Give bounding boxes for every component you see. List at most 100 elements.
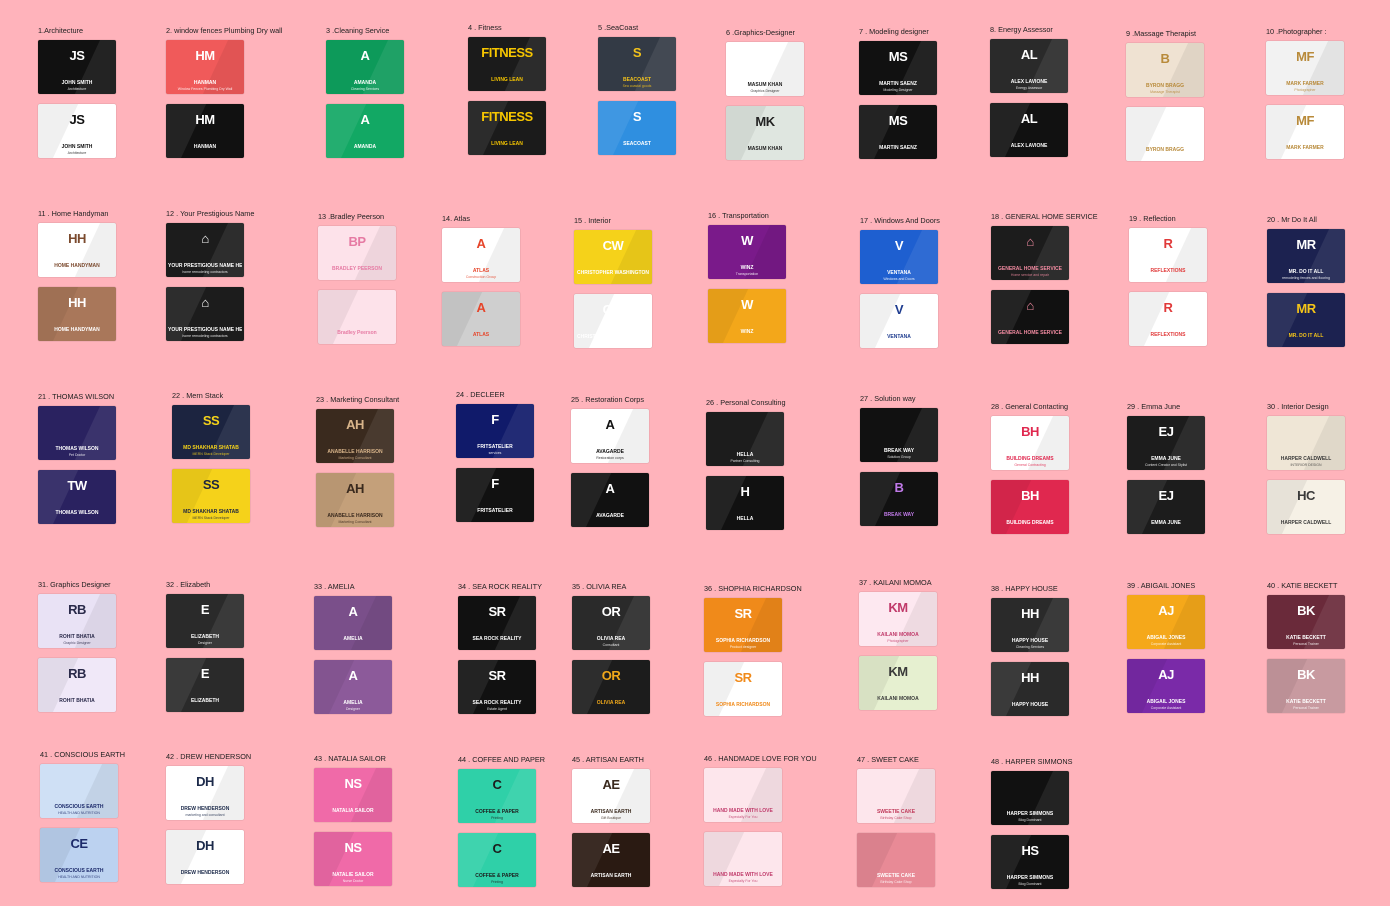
business-card-front[interactable]: S BEACOAST Sea coastal goods (598, 37, 676, 91)
business-card-front[interactable]: DH DREW HENDERSON marketing and consulta… (166, 766, 244, 820)
business-card-front[interactable]: KM KAILANI MOMOA Photographer (859, 592, 937, 646)
business-card-front[interactable]: AL ALEX LAVIONE Energy Assessor (990, 39, 1068, 93)
design-item[interactable]: 23 . Marketing Consultant AH ANABELLE HA… (316, 395, 448, 527)
business-card-front[interactable]: HARPER CALDWELL INTERIOR DESIGN (1267, 416, 1345, 470)
business-card-front[interactable]: EJ EMMA JUNE Content Creator and Stylist (1127, 416, 1205, 470)
business-card-front[interactable]: CONSCIOUS EARTH HEALTH AND NUTRITION (40, 764, 118, 818)
business-card-front[interactable]: A AVAGARDE Restoration corps (571, 409, 649, 463)
business-card-front[interactable]: HELLA Partner Consulting (706, 412, 784, 466)
business-card-back[interactable]: HC HARPER CALDWELL (1267, 480, 1345, 534)
business-card-back[interactable]: S SEACOAST (598, 101, 676, 155)
business-card-back[interactable]: H HELLA (706, 476, 784, 530)
design-item[interactable]: 14. Atlas A ATLAS Construction Group A A… (442, 214, 574, 346)
design-item[interactable]: 26 . Personal Consulting HELLA Partner C… (706, 398, 838, 530)
business-card-back[interactable]: SWEETIE CAKE Birthday Cake Shop (857, 833, 935, 887)
design-item[interactable]: 47 . SWEET CAKE SWEETIE CAKE Birthday Ca… (857, 755, 989, 887)
design-item[interactable]: 31. Graphics Designer RB ROHIT BHATIA Gr… (38, 580, 170, 712)
business-card-back[interactable]: HM HANMAN (166, 104, 244, 158)
design-item[interactable]: 7 . Modeling designer MS MARTIN SAENZ Mo… (859, 27, 991, 159)
business-card-back[interactable]: F FRITSATELIER (456, 468, 534, 522)
design-item[interactable]: 43 . NATALIA SAILOR NS NATALIA SAILOR NS… (314, 754, 446, 886)
business-card-front[interactable]: SR SOPHIA RICHARDSON Product designer (704, 598, 782, 652)
business-card-back[interactable]: E ELIZABETH (166, 658, 244, 712)
design-item[interactable]: 33 . AMELIA A AMELIA A AMELIA Designer (314, 582, 446, 714)
design-item[interactable]: 18 . GENERAL HOME SERVICE ⌂ GENERAL HOME… (991, 212, 1123, 344)
business-card-back[interactable]: TW THOMAS WILSON (38, 470, 116, 524)
design-item[interactable]: 30 . Interior Design HARPER CALDWELL INT… (1267, 402, 1390, 534)
business-card-front[interactable]: E ELIZABETH Designer (166, 594, 244, 648)
business-card-back[interactable]: SR SEA ROCK REALITY Estate Agent (458, 660, 536, 714)
design-item[interactable]: 41 . CONSCIOUS EARTH CONSCIOUS EARTH HEA… (40, 750, 172, 882)
business-card-front[interactable]: AJ ABIGAIL JONES Corporate Assistant (1127, 595, 1205, 649)
business-card-back[interactable]: A ATLAS (442, 292, 520, 346)
business-card-front[interactable]: MS MARTIN SAENZ Modeling Designer (859, 41, 937, 95)
business-card-front[interactable]: HM HANMAN Window Fences Plumbing Dry Wal… (166, 40, 244, 94)
business-card-front[interactable]: B BYRON BRAGG Massage Therapist (1126, 43, 1204, 97)
design-item[interactable]: 37 . KAILANI MOMOA KM KAILANI MOMOA Phot… (859, 578, 991, 710)
business-card-front[interactable]: AH ANABELLE HARRISON Marketing Consultan… (316, 409, 394, 463)
business-card-back[interactable]: AL ALEX LAVIONE (990, 103, 1068, 157)
business-card-front[interactable]: BP BRADLEY PEERSON (318, 226, 396, 280)
business-card-front[interactable]: W WINZ Transportation (708, 225, 786, 279)
business-card-back[interactable]: MS MARTIN SAENZ (859, 105, 937, 159)
business-card-back[interactable]: NS NATALIE SAILOR Nurse Doctor (314, 832, 392, 886)
business-card-back[interactable]: KM KAILANI MOMOA (859, 656, 937, 710)
design-item[interactable]: 46 . HANDMADE LOVE FOR YOU HAND MADE WIT… (704, 754, 836, 886)
business-card-front[interactable]: JS JOHN SMITH Architecture (38, 40, 116, 94)
design-item[interactable]: 13 .Bradley Peerson BP BRADLEY PEERSON B… (318, 212, 450, 344)
business-card-front[interactable]: CW CHRISTOPHER WASHINGTON (574, 230, 652, 284)
business-card-back[interactable]: OR OLIVIA REA (572, 660, 650, 714)
business-card-back[interactable]: AE ARTISAN EARTH (572, 833, 650, 887)
design-item[interactable]: 34 . SEA ROCK REALITY SR SEA ROCK REALIT… (458, 582, 590, 714)
design-item[interactable]: 3 .Cleaning Service A AMANDA Cleaning Se… (326, 26, 458, 158)
business-card-back[interactable]: AH ANABELLE HARRISON Marketing Consultan… (316, 473, 394, 527)
business-card-front[interactable]: BK KATIE BECKETT Personal Trainer (1267, 595, 1345, 649)
design-item[interactable]: 27 . Solution way BREAK WAY Solution Gro… (860, 394, 992, 526)
business-card-back[interactable]: A AVAGARDE (571, 473, 649, 527)
design-item[interactable]: 36 . SHOPHIA RICHARDSON SR SOPHIA RICHAR… (704, 584, 836, 716)
business-card-back[interactable]: HAND MADE WITH LOVE Especially For You (704, 832, 782, 886)
design-item[interactable]: 17 . Windows And Doors V VENTANA Windows… (860, 216, 992, 348)
business-card-front[interactable]: HH HOME HANDYMAN (38, 223, 116, 277)
business-card-back[interactable]: W WINZ (708, 289, 786, 343)
business-card-front[interactable]: OR OLIVIA REA Consultant (572, 596, 650, 650)
business-card-back[interactable]: MF MARK FARMER (1266, 105, 1344, 159)
business-card-front[interactable]: SWEETIE CAKE Birthday Cake Shop (857, 769, 935, 823)
business-card-front[interactable]: SS MD SHAKHAR SHATAB MERN Stack Develope… (172, 405, 250, 459)
business-card-back[interactable]: HH HAPPY HOUSE (991, 662, 1069, 716)
design-item[interactable]: 48 . HARPER SIMMONS HARPER SIMMONS Blog … (991, 757, 1123, 889)
business-card-back[interactable]: R REFLEXTIONS (1129, 292, 1207, 346)
design-item[interactable]: 40 . KATIE BECKETT BK KATIE BECKETT Pers… (1267, 581, 1390, 713)
business-card-front[interactable]: NS NATALIA SAILOR (314, 768, 392, 822)
business-card-back[interactable]: ⌂ YOUR PRESTIGIOUS NAME HERE home remode… (166, 287, 244, 341)
business-card-front[interactable]: SR SEA ROCK REALITY (458, 596, 536, 650)
design-item[interactable]: 5 .SeaCoast S BEACOAST Sea coastal goods… (598, 23, 730, 155)
design-item[interactable]: 19 . Reflection R REFLEXTIONS R REFLEXTI… (1129, 214, 1261, 346)
design-item[interactable]: 44 . COFFEE AND PAPER C COFFEE & PAPER P… (458, 755, 590, 887)
business-card-front[interactable]: A ATLAS Construction Group (442, 228, 520, 282)
design-item[interactable]: 10 .Photographer : MF MARK FARMER Photog… (1266, 27, 1390, 159)
business-card-back[interactable]: B BREAK WAY (860, 472, 938, 526)
business-card-back[interactable]: MK MASUM KHAN (726, 106, 804, 160)
business-card-back[interactable]: JS JOHN SMITH Architecture (38, 104, 116, 158)
design-item[interactable]: 8. Energy Assessor AL ALEX LAVIONE Energ… (990, 25, 1122, 157)
design-item[interactable]: 21 . THOMAS WILSON THOMAS WILSON Pet Doc… (38, 392, 170, 524)
business-card-front[interactable]: ⌂ GENERAL HOME SERVICE Home service and … (991, 226, 1069, 280)
business-card-back[interactable]: A AMANDA (326, 104, 404, 158)
business-card-back[interactable]: RB ROHIT BHATIA (38, 658, 116, 712)
business-card-back[interactable]: BYRON BRAGG (1126, 107, 1204, 161)
business-card-front[interactable]: ⌂ YOUR PRESTIGIOUS NAME HERE home remode… (166, 223, 244, 277)
business-card-back[interactable]: CW CHRISTOPHER WASHINGTON (574, 294, 652, 348)
business-card-back[interactable]: EJ EMMA JUNE (1127, 480, 1205, 534)
business-card-back[interactable]: BH BUILDING DREAMS (991, 480, 1069, 534)
business-card-back[interactable]: C COFFEE & PAPER Printing (458, 833, 536, 887)
business-card-back[interactable]: BK KATIE BECKETT Personal Trainer (1267, 659, 1345, 713)
business-card-front[interactable]: V VENTANA Windows and Doors (860, 230, 938, 284)
business-card-front[interactable]: THOMAS WILSON Pet Doctor (38, 406, 116, 460)
business-card-back[interactable]: SR SOPHIA RICHARDSON (704, 662, 782, 716)
design-item[interactable]: 25 . Restoration Corps A AVAGARDE Restor… (571, 395, 703, 527)
business-card-back[interactable]: ⌂ GENERAL HOME SERVICE (991, 290, 1069, 344)
design-item[interactable]: 22 . Mern Stack SS MD SHAKHAR SHATAB MER… (172, 391, 304, 523)
design-item[interactable]: 28 . General Contacting BH BUILDING DREA… (991, 402, 1123, 534)
business-card-front[interactable]: RB ROHIT BHATIA Graphic Designer (38, 594, 116, 648)
